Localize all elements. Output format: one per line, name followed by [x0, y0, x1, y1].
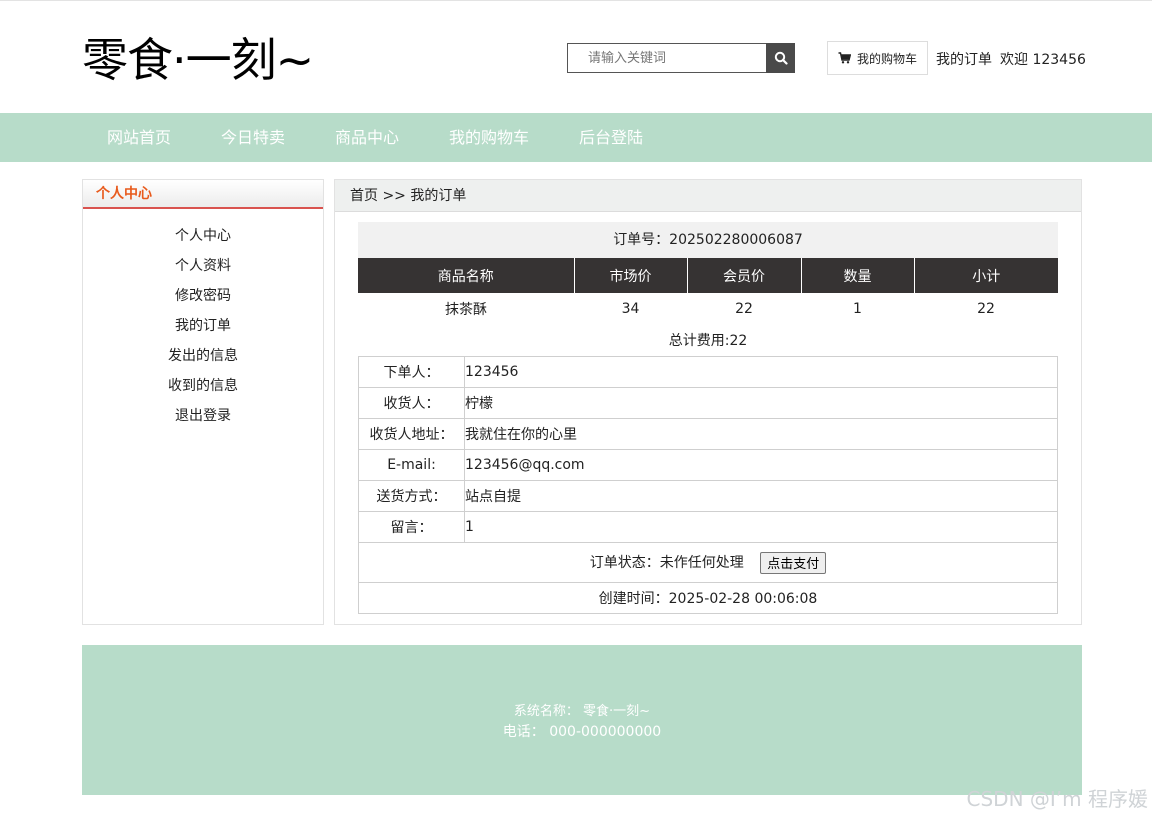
- created-time: 创建时间：2025-02-28 00:06:08: [358, 582, 1058, 614]
- search-box: [567, 43, 795, 73]
- top-border: [0, 0, 1152, 3]
- product-name-cell: 抹茶酥: [445, 302, 487, 318]
- nav-item-home[interactable]: 网站首页: [107, 113, 171, 162]
- info-value: 1: [464, 511, 1058, 543]
- main-panel: 首页 >> 我的订单 订单号：202502280006087 商品名称 市场价 …: [334, 179, 1082, 625]
- sidebar-item-my-orders[interactable]: 我的订单: [83, 311, 323, 341]
- nav-item-cart[interactable]: 我的购物车: [449, 113, 529, 162]
- status-row: 订单状态：未作任何处理 点击支付: [358, 542, 1058, 583]
- info-row: 收货人： 柠檬: [358, 387, 1058, 419]
- column-header: 商品名称: [358, 258, 574, 293]
- info-row: E-mail: 123456@qq.com: [358, 449, 1058, 481]
- nav-item-products[interactable]: 商品中心: [335, 113, 399, 162]
- sidebar-list: 个人中心 个人资料 修改密码 我的订单 发出的信息 收到的信息 退出登录: [83, 221, 323, 431]
- info-value: 123456: [464, 356, 1058, 388]
- search-icon: [774, 51, 788, 65]
- pay-button[interactable]: 点击支付: [760, 551, 827, 574]
- footer-phone: 电话： 000-000000000: [502, 724, 662, 740]
- sidebar-item-logout[interactable]: 退出登录: [83, 401, 323, 431]
- info-row: 送货方式： 站点自提: [358, 480, 1058, 512]
- info-row: 下单人： 123456: [358, 356, 1058, 388]
- table-header-row: 商品名称 市场价 会员价 数量 小计: [358, 258, 1058, 293]
- subtotal-cell: 22: [977, 301, 995, 317]
- quantity-cell: 1: [853, 301, 862, 317]
- cart-icon: [838, 52, 851, 64]
- sidebar-item-personal-center[interactable]: 个人中心: [83, 221, 323, 251]
- info-label: 留言：: [358, 511, 465, 543]
- column-header: 小计: [913, 258, 1058, 293]
- nav-item-admin-login[interactable]: 后台登陆: [579, 113, 643, 162]
- nav-item-daily-sale[interactable]: 今日特卖: [221, 113, 285, 162]
- search-input[interactable]: [567, 43, 766, 73]
- sidebar-item-received-messages[interactable]: 收到的信息: [83, 371, 323, 401]
- footer-system-name: 系统名称： 零食·一刻~: [513, 704, 651, 719]
- my-orders-link[interactable]: 我的订单: [936, 49, 992, 69]
- info-label: E-mail:: [358, 449, 465, 481]
- cart-label: 我的购物车: [856, 51, 917, 66]
- info-label: 收货人：: [358, 387, 465, 419]
- sidebar-item-profile[interactable]: 个人资料: [83, 251, 323, 281]
- column-header: 数量: [800, 258, 914, 293]
- site-logo[interactable]: 零食·一刻~: [82, 30, 314, 90]
- sidebar-item-sent-messages[interactable]: 发出的信息: [83, 341, 323, 371]
- sidebar-title: 个人中心: [83, 180, 323, 209]
- search-button[interactable]: [766, 43, 795, 73]
- top-links: 我的订单 欢迎 123456: [936, 49, 1086, 69]
- column-header: 会员价: [686, 258, 801, 293]
- info-label: 下单人：: [358, 356, 465, 388]
- info-label: 收货人地址：: [358, 418, 465, 450]
- sidebar-item-change-password[interactable]: 修改密码: [83, 281, 323, 311]
- market-price-cell: 34: [621, 301, 640, 317]
- info-row: 收货人地址： 我就住在你的心里: [358, 418, 1058, 450]
- order-goods-table: 商品名称 市场价 会员价 数量 小计 抹茶酥 34 22 1 22: [358, 258, 1058, 325]
- watermark: CSDN @I’m 程序媛: [966, 787, 1148, 811]
- table-row: 抹茶酥 34 22 1 22: [358, 293, 1058, 325]
- sidebar: 个人中心 个人中心 个人资料 修改密码 我的订单 发出的信息 收到的信息 退出登…: [82, 179, 324, 625]
- status-cell: 订单状态：未作任何处理 点击支付: [358, 542, 1058, 583]
- order-number: 订单号：202502280006087: [358, 222, 1058, 258]
- info-label: 送货方式：: [358, 480, 465, 512]
- main-nav: 网站首页 今日特卖 商品中心 我的购物车 后台登陆: [0, 113, 1152, 162]
- info-value: 我就住在你的心里: [464, 418, 1058, 450]
- welcome-text: 欢迎 123456: [1000, 52, 1086, 68]
- info-value: 站点自提: [464, 480, 1058, 512]
- order-total: 总计费用:22: [668, 333, 748, 349]
- order-status: 订单状态：未作任何处理: [589, 554, 744, 571]
- column-header: 市场价: [573, 258, 687, 293]
- info-row: 留言： 1: [358, 511, 1058, 543]
- info-value: 123456@qq.com: [464, 449, 1058, 481]
- breadcrumb: 首页 >> 我的订单: [335, 180, 1081, 212]
- cart-button[interactable]: 我的购物车: [827, 41, 928, 75]
- member-price-cell: 22: [735, 301, 753, 317]
- info-value: 柠檬: [464, 387, 1058, 419]
- created-row: 创建时间：2025-02-28 00:06:08: [358, 582, 1058, 614]
- order-info-table: 下单人： 123456 收货人： 柠檬 收货人地址： 我就住在你的心里 E-ma…: [358, 356, 1058, 614]
- footer: 系统名称： 零食·一刻~ 电话： 000-000000000: [82, 645, 1082, 795]
